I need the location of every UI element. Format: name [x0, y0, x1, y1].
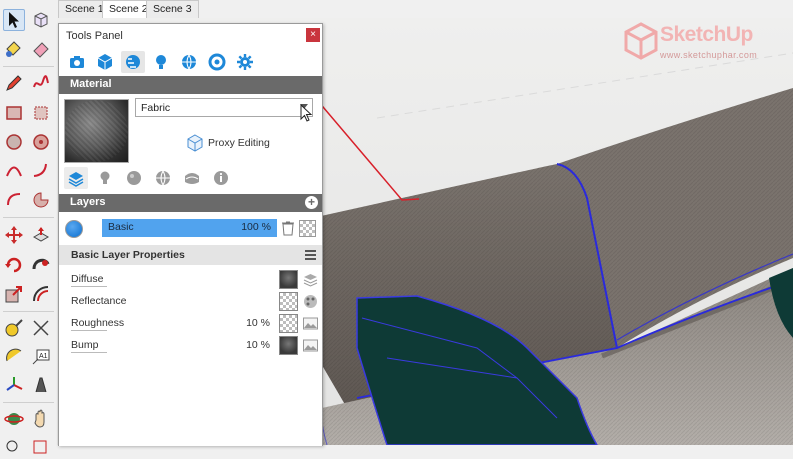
circle-icon[interactable]	[3, 131, 25, 153]
globe-icon[interactable]	[151, 167, 175, 189]
menu-icon[interactable]	[305, 250, 316, 262]
layer-mask-swatch[interactable]	[299, 220, 316, 237]
follow-me-icon[interactable]	[30, 254, 52, 276]
material-preview	[64, 99, 129, 163]
layer-name: Basic	[108, 221, 134, 233]
material-ball-icon[interactable]	[121, 51, 145, 73]
logo-subtitle: www.sketchuphar.com	[660, 50, 758, 60]
layer-opacity: 100 %	[241, 221, 271, 233]
light-icon[interactable]	[93, 167, 117, 189]
layer-properties-title: Basic Layer Properties	[71, 249, 185, 261]
reflectance-swatch[interactable]	[279, 292, 298, 311]
panel-titlebar[interactable]: Tools Panel ×	[59, 24, 322, 48]
close-button[interactable]: ×	[306, 28, 320, 42]
push-pull-icon[interactable]	[30, 224, 52, 246]
image-icon[interactable]	[302, 337, 319, 354]
property-label: Bump	[71, 339, 99, 351]
trash-icon[interactable]	[281, 220, 295, 236]
camera-icon[interactable]	[65, 51, 89, 73]
layer-visibility-icon[interactable]	[65, 220, 83, 238]
proxy-editing-button[interactable]: Proxy Editing	[186, 132, 270, 154]
property-row-diffuse: Diffuse	[59, 269, 322, 291]
toolbar: A1	[0, 0, 58, 454]
scale-icon[interactable]	[3, 283, 25, 305]
3d-text-icon[interactable]	[30, 374, 52, 396]
polygon-icon[interactable]	[30, 131, 52, 153]
property-label: Diffuse	[71, 273, 104, 285]
three-point-arc-icon[interactable]	[3, 189, 25, 211]
select-icon[interactable]	[3, 9, 25, 31]
image-icon[interactable]	[302, 315, 319, 332]
panel-tab-row	[65, 51, 257, 73]
make-component-icon[interactable]	[30, 9, 52, 31]
material-subtab-row	[64, 167, 233, 189]
texture-icon[interactable]	[180, 167, 204, 189]
material-header-label: Material	[70, 78, 112, 90]
dimension-icon[interactable]	[30, 317, 52, 339]
sketchup-logo: SketchUp www.sketchuphar.com	[622, 20, 792, 68]
bump-texture-swatch[interactable]	[279, 336, 298, 355]
layers-header-label: Layers	[70, 196, 106, 208]
property-row-bump: Bump 10 %	[59, 335, 322, 357]
rotate-icon[interactable]	[3, 254, 25, 276]
cube-icon[interactable]	[93, 51, 117, 73]
paint-bucket-icon[interactable]	[3, 38, 25, 60]
scene-tab-bar: Scene 1 Scene 2 Scene 3	[57, 0, 793, 18]
protractor-icon[interactable]	[3, 345, 25, 367]
property-label: Roughness	[71, 317, 125, 329]
zoom-window-icon[interactable]	[30, 437, 52, 459]
palette-icon[interactable]	[302, 293, 319, 310]
add-layer-button[interactable]: +	[305, 196, 318, 209]
material-name-value: Fabric	[141, 102, 171, 114]
tab-scene-3[interactable]: Scene 3	[146, 0, 199, 18]
pan-icon[interactable]	[30, 408, 52, 430]
render-settings-icon[interactable]	[205, 51, 229, 73]
layers-section-header[interactable]: Layers +	[59, 194, 322, 212]
info-icon[interactable]	[209, 167, 233, 189]
zoom-icon[interactable]	[3, 437, 25, 459]
gear-icon[interactable]	[233, 51, 257, 73]
proxy-cube-icon	[187, 134, 203, 152]
axes-icon[interactable]	[3, 374, 25, 396]
eraser-icon[interactable]	[30, 38, 52, 60]
layers-stack-icon[interactable]	[302, 271, 319, 288]
layers-icon[interactable]	[64, 167, 88, 189]
sphere-icon[interactable]	[122, 167, 146, 189]
property-label: Reflectance	[71, 295, 127, 307]
property-value[interactable]: 10 %	[246, 339, 270, 351]
property-row-roughness: Roughness 10 %	[59, 313, 322, 335]
layer-item-basic[interactable]: Basic 100 %	[102, 219, 277, 237]
light-bulb-icon[interactable]	[149, 51, 173, 73]
text-icon[interactable]: A1	[30, 345, 52, 367]
logo-title: SketchUp	[660, 23, 753, 46]
layer-properties-header[interactable]: Basic Layer Properties	[59, 245, 322, 265]
pencil-icon[interactable]	[3, 72, 25, 94]
freehand-icon[interactable]	[30, 72, 52, 94]
environment-icon[interactable]	[177, 51, 201, 73]
panel-title: Tools Panel	[66, 30, 123, 42]
orbit-icon[interactable]	[3, 408, 25, 430]
svg-text:A1: A1	[39, 353, 48, 360]
rotated-rectangle-icon[interactable]	[30, 102, 52, 124]
layer-row[interactable]: Basic 100 %	[59, 217, 322, 241]
logo-cube-icon	[624, 22, 658, 60]
property-row-reflectance: Reflectance	[59, 291, 322, 313]
mouse-cursor-icon	[300, 104, 313, 122]
material-section-header[interactable]: Material	[59, 76, 322, 94]
material-name-field[interactable]: Fabric	[135, 98, 313, 117]
move-icon[interactable]	[3, 224, 25, 246]
proxy-editing-label: Proxy Editing	[208, 137, 270, 149]
offset-icon[interactable]	[30, 283, 52, 305]
tape-measure-icon[interactable]	[3, 317, 25, 339]
diffuse-texture-swatch[interactable]	[279, 270, 298, 289]
arc-icon[interactable]	[3, 160, 25, 182]
tools-panel: Tools Panel × Material Fabric Proxy Edit…	[58, 23, 323, 446]
rectangle-icon[interactable]	[3, 102, 25, 124]
two-point-arc-icon[interactable]	[30, 160, 52, 182]
pie-icon[interactable]	[30, 189, 52, 211]
property-value[interactable]: 10 %	[246, 317, 270, 329]
roughness-swatch[interactable]	[279, 314, 298, 333]
